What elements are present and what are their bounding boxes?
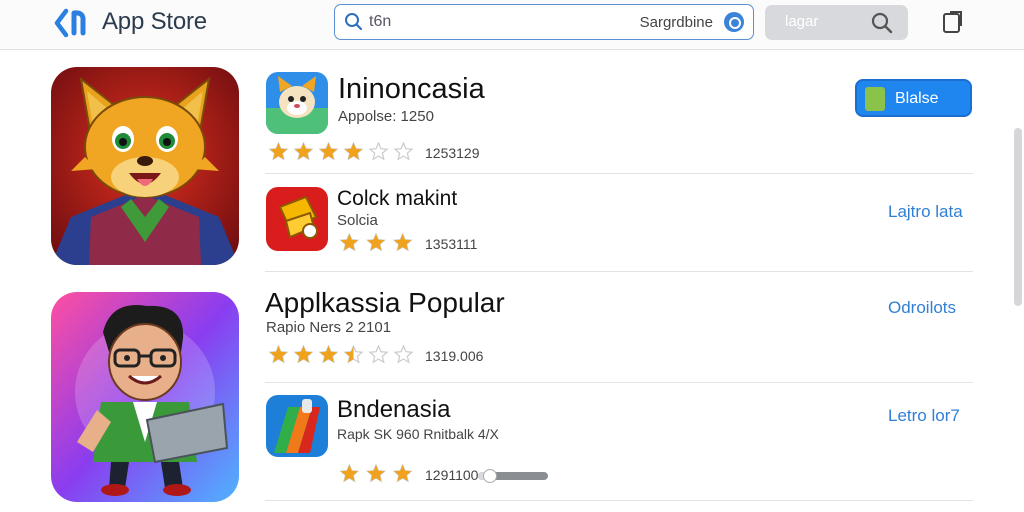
star-outline-icon [368,142,389,161]
app-icon-clock[interactable] [266,187,328,251]
app-subtitle: Rapio Ners 2 2101 [266,319,392,336]
search-suggestion[interactable]: Sargrdbine [640,14,713,31]
row-divider [265,382,973,383]
star-filled-icon [394,234,412,251]
app-subtitle: Rapk SK 960 Rnitbalk 4/X [337,426,499,442]
app-name[interactable]: Ininoncasia [338,73,485,106]
rating-count: 1353111 [425,236,478,252]
rating-count: 1253129 [425,145,480,161]
star-filled-icon [340,465,358,482]
app-action-link[interactable]: Odroilots [888,298,956,318]
row-divider [265,173,973,174]
download-progress-knob[interactable] [482,469,497,483]
login-button[interactable]: lagar [765,5,908,40]
app-subtitle: Solcia [337,212,378,229]
app-action-link[interactable]: Lajtro lata [888,202,963,222]
app-subtitle: Appolse: 1250 [338,108,434,125]
star-filled-icon [367,465,385,482]
star-filled-icon [394,465,412,482]
star-outline-icon [368,345,389,364]
get-button-label: Blalse [895,90,939,107]
app-name[interactable]: Applkassia Popular [265,287,505,319]
app-store-title: App Store [102,8,207,35]
developer-app-icon[interactable] [51,292,239,502]
app-name[interactable]: Colck makint [337,187,457,211]
search-submit-icon[interactable] [724,12,744,32]
star-outline-icon [393,142,414,161]
star-rating [268,345,414,364]
top-bar: App Store Sargrdbine lagar [0,0,1024,50]
fox-app-icon[interactable] [51,67,239,265]
star-outline-icon [393,345,414,364]
row-divider [265,271,973,272]
app-action-link[interactable]: Letro lor7 [888,406,960,426]
star-filled-icon [269,143,288,160]
rating-count: 1319.006 [425,348,484,364]
back-chevron-icon[interactable] [52,6,98,40]
download-progress [478,469,548,483]
star-filled-icon [319,346,338,363]
search-bar[interactable]: Sargrdbine [334,4,754,40]
search-input[interactable] [369,10,589,34]
star-filled-icon [294,346,313,363]
app-icon-paint[interactable] [266,395,328,457]
rating-count: 1291100 [425,467,479,483]
star-filled-icon [367,234,385,251]
star-filled-icon [319,143,338,160]
magnifier-icon [871,12,893,34]
search-icon [345,13,363,31]
get-button[interactable]: Blalse [855,79,972,117]
app-name[interactable]: Bndenasia [337,396,450,424]
star-filled-icon [294,143,313,160]
star-rating [339,233,413,252]
button-swatch-icon [865,87,885,111]
star-rating [339,464,413,483]
star-filled-icon [269,346,288,363]
star-filled-icon [340,234,358,251]
app-icon-fox-small[interactable] [266,72,328,134]
login-label: lagar [785,13,819,30]
share-icon[interactable] [942,10,964,34]
scrollbar[interactable] [1014,128,1022,306]
star-filled-icon [344,143,363,160]
row-divider [265,500,973,501]
star-rating [268,142,414,161]
